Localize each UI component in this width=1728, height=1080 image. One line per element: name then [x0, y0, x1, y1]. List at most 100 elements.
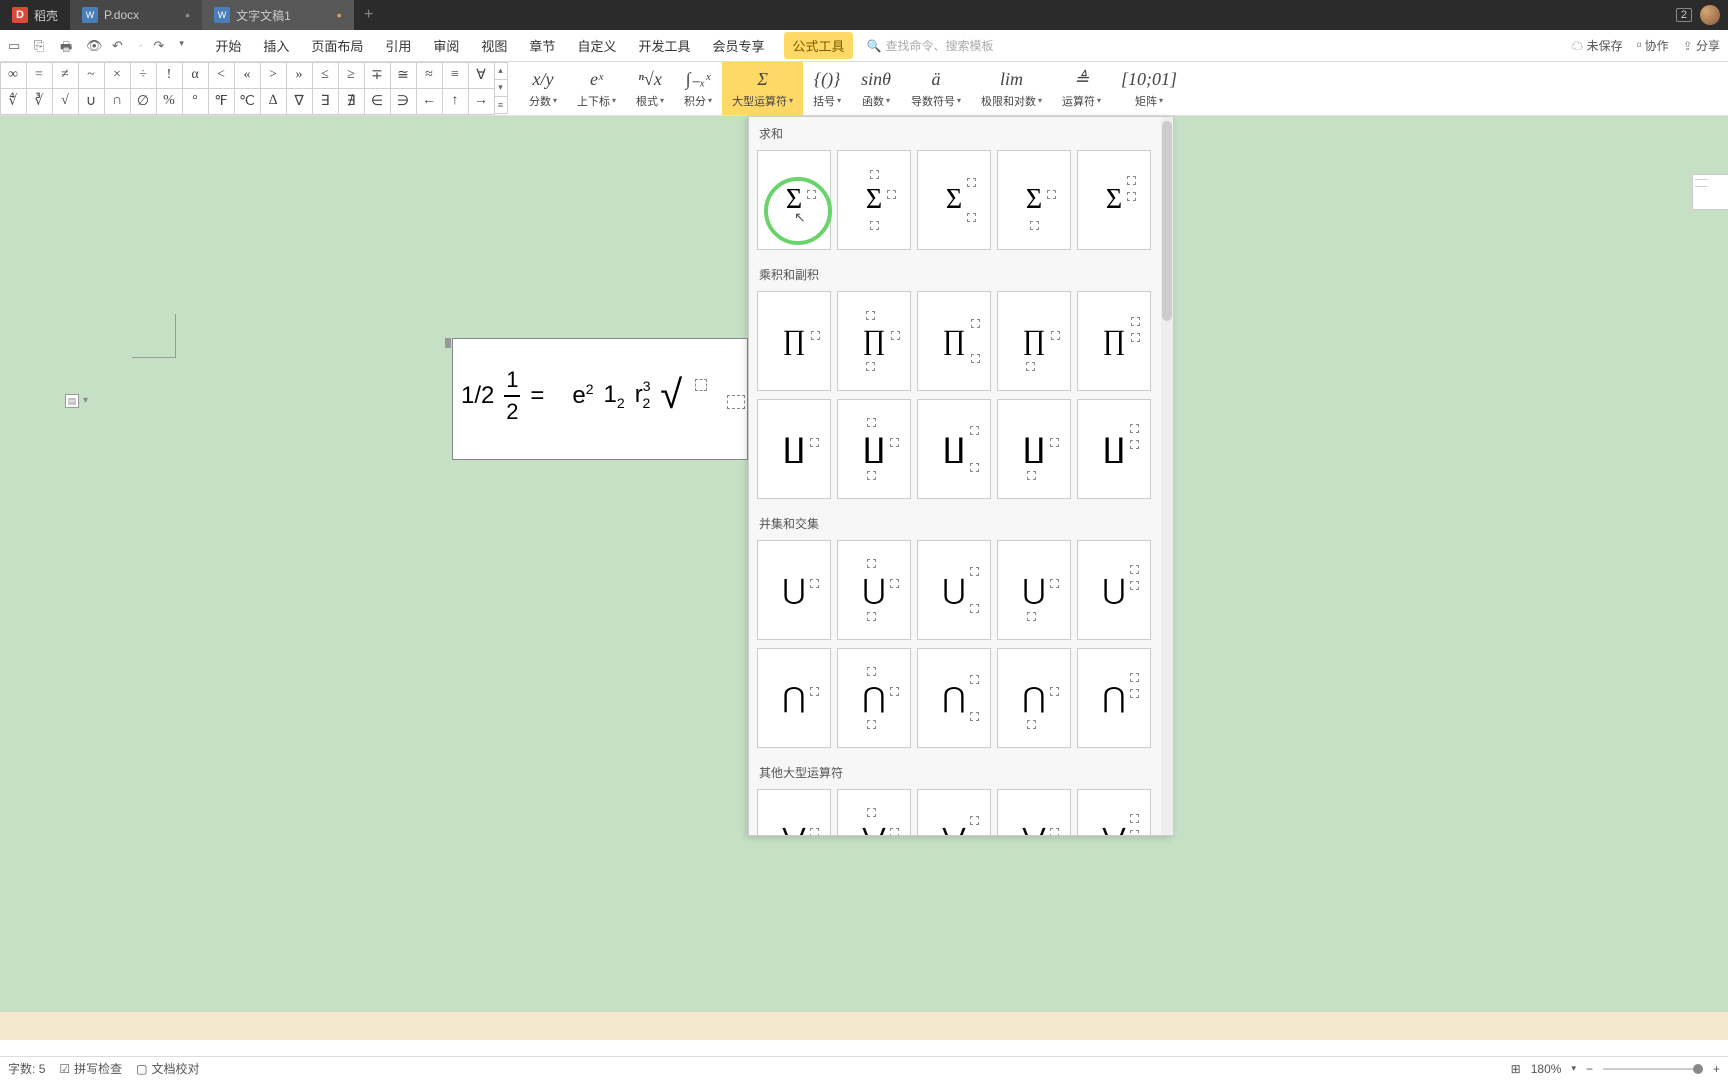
symbol-cell[interactable]: «	[234, 62, 261, 89]
symbol-cell[interactable]: α	[182, 62, 209, 89]
operator-item[interactable]: Σ↖	[757, 150, 831, 250]
notification-badge[interactable]: 2	[1676, 8, 1692, 22]
share-button[interactable]: ⇪ 分享	[1683, 37, 1720, 54]
symbol-cell[interactable]: ÷	[130, 62, 157, 89]
eq-placeholder[interactable]	[727, 395, 745, 409]
operator-item[interactable]: ⋁	[757, 789, 831, 836]
undo-icon[interactable]: ↶	[112, 38, 128, 54]
command-search[interactable]: 🔍 查找命令、搜索模板	[867, 37, 994, 54]
zoom-drop-icon[interactable]: ▾	[1571, 1063, 1576, 1074]
symbol-cell[interactable]: ∜	[0, 88, 27, 115]
symbol-cell[interactable]: %	[156, 88, 183, 115]
operator-item[interactable]: ⋁	[917, 789, 991, 836]
symbol-cell[interactable]: ∓	[364, 62, 391, 89]
operator-item[interactable]: ∐	[1077, 399, 1151, 499]
symbol-cell[interactable]: ∄	[338, 88, 365, 115]
symbol-cell[interactable]: ∋	[390, 88, 417, 115]
menu-custom[interactable]: 自定义	[575, 32, 618, 59]
menu-reference[interactable]: 引用	[383, 32, 413, 59]
symbol-cell[interactable]: ←	[416, 88, 443, 115]
operator-item[interactable]: ⋂	[917, 648, 991, 748]
symbol-cell[interactable]: ~	[78, 62, 105, 89]
new-icon[interactable]: ▭	[8, 38, 24, 54]
symbol-cell[interactable]: !	[156, 62, 183, 89]
symbol-cell[interactable]: ∩	[104, 88, 131, 115]
symbol-cell[interactable]: =	[26, 62, 53, 89]
operator-item[interactable]: ∏	[1077, 291, 1151, 391]
unsaved-status[interactable]: ☁ 未保存	[1571, 37, 1622, 54]
user-avatar[interactable]	[1700, 5, 1720, 25]
formula-group-上下标[interactable]: eˣ上下标▾	[567, 62, 626, 115]
open-icon[interactable]: ⎘	[34, 38, 50, 54]
formula-group-根式[interactable]: ⁿ√x根式▾	[626, 62, 674, 115]
symbol-cell[interactable]: ∇	[286, 88, 313, 115]
zoom-thumb[interactable]	[1693, 1064, 1703, 1074]
symbol-cell[interactable]: <	[208, 62, 235, 89]
formula-group-大型运算符[interactable]: Σ大型运算符▾	[722, 62, 803, 115]
operator-item[interactable]: ⋂	[757, 648, 831, 748]
symbol-cell[interactable]: ↑	[442, 88, 469, 115]
menu-devtools[interactable]: 开发工具	[636, 32, 692, 59]
operator-item[interactable]: ∐	[997, 399, 1071, 499]
operator-item[interactable]: ∏	[757, 291, 831, 391]
menu-formula-tools[interactable]: 公式工具	[784, 32, 852, 59]
menu-vip[interactable]: 会员专享	[710, 32, 766, 59]
collab-button[interactable]: ᵅ 协作	[1637, 37, 1669, 54]
print-icon[interactable]: 🖶	[60, 38, 76, 54]
operator-item[interactable]: ∏	[917, 291, 991, 391]
symbol-down-icon[interactable]: ▾	[494, 79, 508, 97]
symbol-cell[interactable]: ≥	[338, 62, 365, 89]
eq-placeholder[interactable]	[695, 379, 707, 391]
formula-group-导数符号[interactable]: ä导数符号▾	[901, 62, 971, 115]
symbol-cell[interactable]: ∀	[468, 62, 495, 89]
scrollthumb[interactable]	[1162, 121, 1172, 321]
symbol-cell[interactable]: ℉	[208, 88, 235, 115]
equation-handle-icon[interactable]	[445, 338, 451, 348]
menu-start[interactable]: 开始	[213, 32, 243, 59]
navigation-thumbnail[interactable]: ┈┈┈┈┈┈	[1692, 174, 1728, 210]
operator-item[interactable]: ⋁	[997, 789, 1071, 836]
formula-group-分数[interactable]: x/y分数▾	[519, 62, 567, 115]
zoom-value[interactable]: 180%	[1531, 1062, 1562, 1076]
menu-view[interactable]: 视图	[479, 32, 509, 59]
redo-icon[interactable]: ↷	[153, 38, 169, 54]
operator-item[interactable]: ⋂	[997, 648, 1071, 748]
operator-item[interactable]: ∐	[837, 399, 911, 499]
symbol-more-icon[interactable]: ≡	[494, 96, 508, 114]
operator-item[interactable]: ∐	[757, 399, 831, 499]
symbol-cell[interactable]: →	[468, 88, 495, 115]
operator-item[interactable]: ⋂	[837, 648, 911, 748]
symbol-up-icon[interactable]: ▴	[494, 62, 508, 80]
menu-review[interactable]: 审阅	[431, 32, 461, 59]
symbol-cell[interactable]: ∆	[260, 88, 287, 115]
symbol-cell[interactable]: ℃	[234, 88, 261, 115]
symbol-cell[interactable]: ≤	[312, 62, 339, 89]
menu-insert[interactable]: 插入	[261, 32, 291, 59]
tab-docer[interactable]: D 稻壳	[0, 0, 70, 30]
formula-group-运算符[interactable]: ≜运算符▾	[1052, 62, 1111, 115]
wordcount[interactable]: 字数: 5	[8, 1060, 45, 1077]
proofing-toggle[interactable]: ▢ 文档校对	[136, 1060, 199, 1077]
symbol-cell[interactable]: >	[260, 62, 287, 89]
dropdown-icon[interactable]: ▾	[179, 38, 195, 54]
symbol-cell[interactable]: ≅	[390, 62, 417, 89]
formula-group-极限和对数[interactable]: lim极限和对数▾	[971, 62, 1052, 115]
symbol-cell[interactable]: ∃	[312, 88, 339, 115]
spellcheck-toggle[interactable]: ☑ 拼写检查	[59, 1060, 122, 1077]
operator-item[interactable]: ⋂	[1077, 648, 1151, 748]
formula-group-函数[interactable]: sinθ函数▾	[851, 62, 901, 115]
tab-doc1[interactable]: W 文字文稿1 •	[202, 0, 354, 30]
symbol-cell[interactable]: ×	[104, 62, 131, 89]
symbol-cell[interactable]: ∪	[78, 88, 105, 115]
menu-section[interactable]: 章节	[527, 32, 557, 59]
symbol-cell[interactable]: °	[182, 88, 209, 115]
symbol-cell[interactable]: ≈	[416, 62, 443, 89]
zoom-in-button[interactable]: +	[1713, 1062, 1720, 1076]
zoom-out-button[interactable]: −	[1586, 1062, 1593, 1076]
symbol-cell[interactable]: »	[286, 62, 313, 89]
operator-item[interactable]: ⋃	[757, 540, 831, 640]
operator-item[interactable]: Σ	[837, 150, 911, 250]
symbol-cell[interactable]: ≠	[52, 62, 79, 89]
symbol-cell[interactable]: ∞	[0, 62, 27, 89]
operator-item[interactable]: Σ	[997, 150, 1071, 250]
